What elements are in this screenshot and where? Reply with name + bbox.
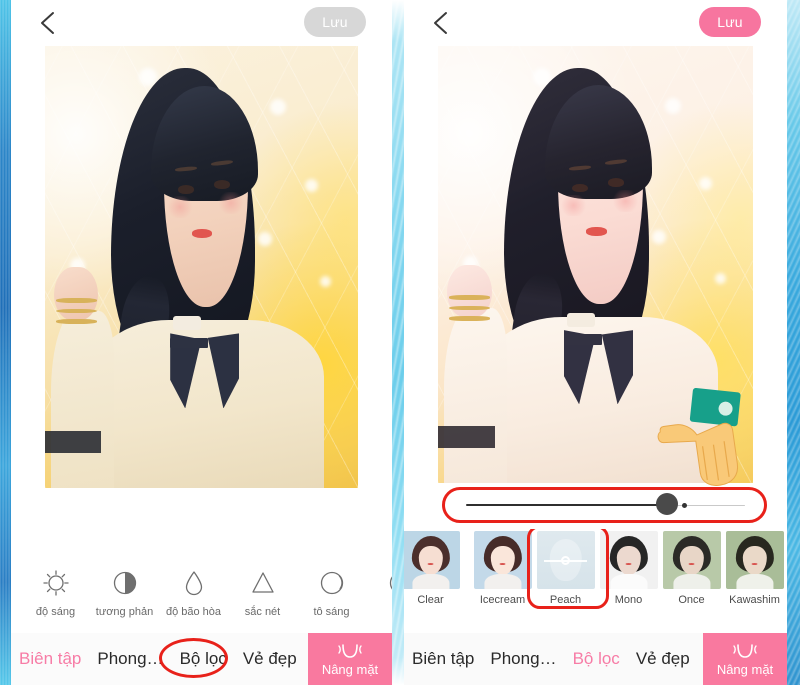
save-button[interactable]: Lưu bbox=[699, 7, 761, 37]
filter-item-icecream[interactable]: Icecream bbox=[471, 531, 534, 606]
tool-contrast[interactable]: tương phản bbox=[90, 567, 159, 618]
peach-filter-tint bbox=[438, 46, 753, 483]
face-lift-label: Nâng mặt bbox=[716, 662, 774, 677]
decorative-right-edge bbox=[787, 0, 800, 685]
filter-thumbnail bbox=[662, 531, 721, 589]
face-lift-button[interactable]: Nâng mặt bbox=[703, 633, 787, 685]
adjust-tool-strip: độ sáng tương phản độ bão hòa sắc nét tô… bbox=[11, 551, 392, 633]
left-tab-bar: Biên tập Phong… Bộ lọc Vẻ đẹp Tra Nâng m… bbox=[11, 633, 392, 685]
filter-item-clear[interactable]: Clear bbox=[404, 531, 471, 606]
filter-thumbnail bbox=[599, 531, 658, 589]
face-lift-icon bbox=[728, 641, 762, 661]
tab-ve-dep[interactable]: Vẻ đẹp bbox=[235, 649, 305, 669]
subject-blush bbox=[165, 196, 194, 219]
filter-intensity-slider[interactable] bbox=[404, 485, 787, 529]
filter-item-peach[interactable]: Peach bbox=[534, 531, 597, 606]
slider-empty-track bbox=[666, 504, 745, 506]
photo-preview-filtered[interactable] bbox=[438, 46, 753, 483]
tool-label: độ sáng bbox=[35, 605, 76, 618]
right-photo-container bbox=[404, 46, 787, 483]
tool-saturation[interactable]: độ bão hòa bbox=[159, 567, 228, 618]
filter-item-mono[interactable]: Mono bbox=[597, 531, 660, 606]
filter-strength-indicator bbox=[544, 554, 587, 566]
tool-label: sắc nét bbox=[244, 605, 281, 618]
slider-tick-dot bbox=[681, 502, 687, 508]
tab-ve-dep[interactable]: Vẻ đẹp bbox=[628, 649, 698, 669]
subject-name-tag bbox=[173, 315, 202, 330]
tool-brightness[interactable]: độ sáng bbox=[21, 567, 90, 618]
brightness-sun-icon bbox=[41, 567, 71, 599]
subject-badge bbox=[170, 337, 208, 349]
tool-label: tô sáng bbox=[313, 605, 350, 618]
tab-bien-tap[interactable]: Biên tập bbox=[404, 649, 482, 669]
slider-thumb[interactable] bbox=[655, 493, 678, 515]
face-lift-label: Nâng mặt bbox=[321, 662, 379, 677]
sharpen-triangle-icon bbox=[248, 567, 278, 599]
panel-divider bbox=[392, 0, 404, 685]
filter-label: Peach bbox=[549, 594, 582, 606]
filter-label: Kawashim bbox=[729, 594, 780, 606]
tool-sharpen[interactable]: sắc nét bbox=[228, 567, 297, 618]
subject-eye bbox=[214, 179, 230, 189]
subject-eye bbox=[178, 185, 194, 195]
tab-bo-loc[interactable]: Bộ lọc bbox=[172, 649, 235, 669]
face-lift-button[interactable]: Nâng mặt bbox=[308, 633, 392, 685]
highlight-circle-icon bbox=[317, 567, 347, 599]
tool-vignette[interactable]: bór bbox=[366, 567, 392, 618]
photo-subject bbox=[45, 46, 358, 488]
subject-bangle bbox=[55, 319, 97, 324]
tool-label: độ bão hòa bbox=[165, 605, 222, 618]
tab-phong[interactable]: Phong… bbox=[89, 649, 171, 669]
left-header: Lưu bbox=[11, 0, 392, 46]
filter-thumbnail-selected bbox=[536, 531, 595, 589]
tab-bo-loc[interactable]: Bộ lọc bbox=[565, 649, 628, 669]
left-phone-panel: Lưu độ sáng tương phản độ bão hòa sắc né… bbox=[11, 0, 392, 685]
filter-label: Clear bbox=[417, 594, 444, 606]
back-icon[interactable] bbox=[35, 9, 61, 37]
tab-bien-tap[interactable]: Biên tập bbox=[11, 649, 89, 669]
back-icon[interactable] bbox=[428, 9, 454, 37]
right-tab-bar: Biên tập Phong… Bộ lọc Vẻ đẹp Tra Nâng m… bbox=[404, 633, 787, 685]
filter-strip[interactable]: Clear Icecream Peach Mono Once Kawashim bbox=[404, 529, 787, 617]
tutorial-screenshot: Lưu độ sáng tương phản độ bão hòa sắc né… bbox=[0, 0, 800, 685]
subject-blush bbox=[217, 191, 246, 214]
subject-lips bbox=[192, 229, 213, 238]
photo-foreground-shadow bbox=[45, 430, 102, 453]
right-header: Lưu bbox=[404, 0, 787, 46]
filter-thumbnail bbox=[725, 531, 784, 589]
filter-thumbnail bbox=[404, 531, 460, 589]
left-photo-container bbox=[11, 46, 392, 488]
slider-track[interactable] bbox=[466, 493, 745, 515]
tool-highlight[interactable]: tô sáng bbox=[297, 567, 366, 618]
filter-item-kawashima[interactable]: Kawashim bbox=[723, 531, 786, 606]
filter-thumbnail bbox=[473, 531, 532, 589]
slider-filled-track bbox=[466, 504, 667, 506]
filter-item-once[interactable]: Once bbox=[660, 531, 723, 606]
filter-label: Icecream bbox=[479, 594, 526, 606]
tool-label: tương phản bbox=[95, 605, 154, 618]
tab-phong[interactable]: Phong… bbox=[482, 649, 564, 669]
right-phone-panel: Lưu Clear Icecream Peach Mono Once Kawas… bbox=[404, 0, 787, 685]
face-lift-icon bbox=[333, 641, 367, 661]
vignette-circle-icon bbox=[386, 567, 392, 599]
filter-label: Mono bbox=[614, 594, 643, 606]
subject-arm bbox=[51, 311, 114, 488]
saturation-drop-icon bbox=[179, 567, 209, 599]
filter-label: Once bbox=[678, 594, 705, 606]
photo-preview-original[interactable] bbox=[45, 46, 358, 488]
contrast-circle-icon bbox=[110, 567, 140, 599]
subject-bangle bbox=[55, 297, 97, 303]
save-button[interactable]: Lưu bbox=[304, 7, 366, 37]
decorative-left-edge bbox=[0, 0, 11, 685]
